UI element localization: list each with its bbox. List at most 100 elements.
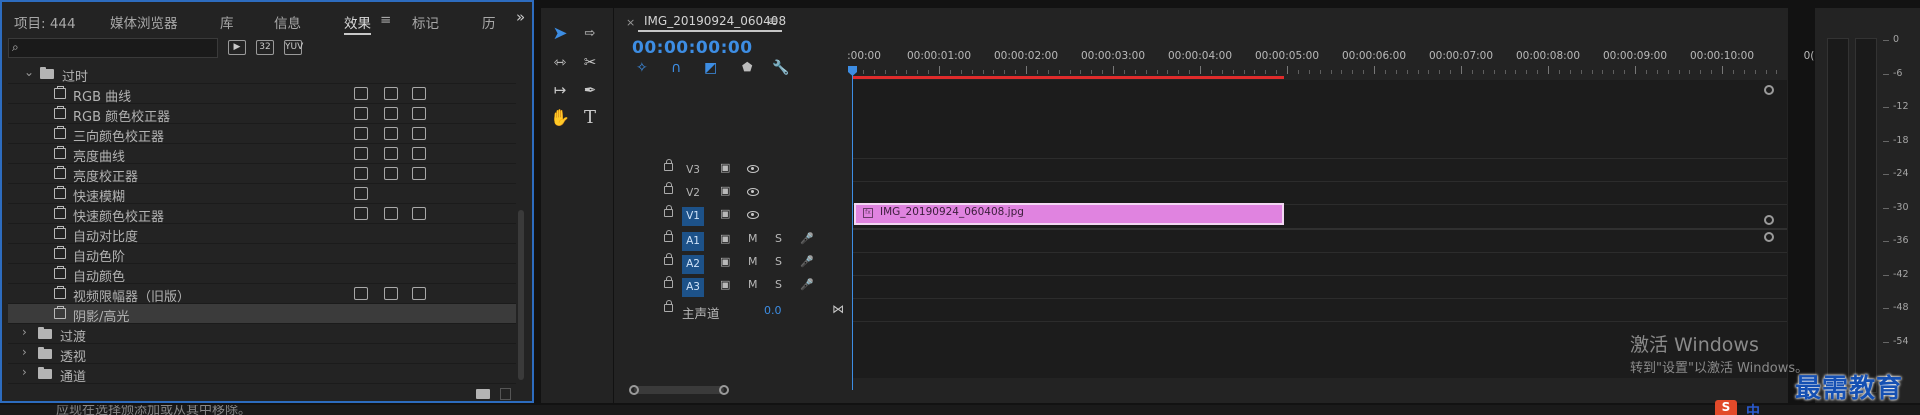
eye-icon[interactable] [747,165,759,173]
audio-scroll-handle-top[interactable] [1764,232,1774,242]
close-tab-icon[interactable]: × [626,16,635,29]
ime-chinese-mode[interactable]: 中 [1746,401,1760,415]
sequence-menu-icon[interactable]: ≡ [768,14,778,28]
lock-icon[interactable] [664,182,673,194]
lock-icon[interactable] [664,300,673,312]
tab-markers[interactable]: 标记 [412,12,439,32]
microphone-icon[interactable]: 🎤 [800,232,814,245]
slip-tool-icon[interactable]: ↦ [547,78,573,102]
ruler-tick [1754,70,1756,74]
microphone-icon[interactable]: 🎤 [800,278,814,291]
eye-icon[interactable] [747,188,759,196]
sync-lock-icon[interactable]: ▣ [720,232,730,245]
effects-scrollbar[interactable] [518,210,524,380]
playhead-handle[interactable] [848,66,857,76]
tab-project[interactable]: 项目: 444 [14,12,76,32]
linked-selection-icon[interactable]: ◩ [704,60,717,76]
chevron-right-icon[interactable]: › [22,345,27,359]
effects-folder-row[interactable]: › 透视 [8,344,516,365]
effect-row[interactable]: 自动对比度 [8,224,516,245]
effects-search-input[interactable]: ⌕ [8,38,218,58]
solo-button[interactable]: S [775,232,782,245]
lock-icon[interactable] [664,159,673,171]
tab-library[interactable]: 库 [220,12,234,32]
add-marker-icon[interactable]: ⬟ [742,60,752,74]
sequence-tab[interactable]: IMG_20190924_060408 [644,14,786,28]
track-name[interactable]: V1 [682,207,704,226]
chevron-down-icon[interactable]: ⌄ [24,65,34,79]
effect-row[interactable]: 自动色阶 [8,244,516,265]
track-select-tool-icon[interactable]: ⇨ [577,22,603,46]
zoom-handle-right[interactable] [719,385,729,395]
ime-logo-icon[interactable]: S [1715,400,1737,415]
mute-button[interactable]: M [748,255,758,268]
sync-lock-icon[interactable]: ▣ [720,255,730,268]
timeline-zoom-scrollbar[interactable] [634,386,724,394]
selection-tool-icon[interactable]: ➤ [547,22,573,46]
panel-overflow-icon[interactable]: » [516,8,525,26]
effect-row[interactable]: 自动颜色 [8,264,516,285]
time-ruler[interactable]: :00:00 00:00:01:00 00:00:02:00 00:00:03:00 0… [847,44,1814,74]
go-to-in-out-icon[interactable]: ⋈ [832,302,844,316]
razor-tool-icon[interactable]: ✂ [577,50,603,74]
effect-row[interactable]: RGB 颜色校正器 [8,104,516,125]
track-name[interactable]: V3 [682,161,704,180]
wrench-icon[interactable]: 🔧 [772,60,789,76]
track-name[interactable]: A3 [682,278,704,297]
eye-icon[interactable] [747,211,759,219]
chevron-right-icon[interactable]: › [22,325,27,339]
zoom-handle-left[interactable] [629,385,639,395]
sync-lock-icon[interactable]: ▣ [720,207,730,220]
mute-button[interactable]: M [748,278,758,291]
effect-row[interactable]: 快速颜色校正器 [8,204,516,225]
delete-icon[interactable] [500,388,511,400]
playhead-line[interactable] [852,72,853,390]
track-name[interactable]: A1 [682,232,704,251]
track-name[interactable]: V2 [682,184,704,203]
tab-history[interactable]: 历 [482,12,496,32]
effects-folder-row[interactable]: › 过渡 [8,324,516,345]
effect-row[interactable]: 阴影/高光 [8,304,516,325]
lock-icon[interactable] [664,205,673,217]
effect-row[interactable]: 亮度曲线 [8,144,516,165]
effect-row[interactable]: 视频限幅器（旧版） [8,284,516,305]
new-bin-icon[interactable] [476,389,490,399]
playhead-timecode[interactable]: 00:00:00:00 [632,38,753,58]
sync-lock-icon[interactable]: ▣ [720,161,730,174]
chevron-right-icon[interactable]: › [22,365,27,379]
hand-tool-icon[interactable]: ✋ [547,106,573,130]
sync-lock-icon[interactable]: ▣ [720,278,730,291]
tab-effects-menu-icon[interactable]: ≡ [380,12,391,28]
video-scroll-handle-top[interactable] [1764,85,1774,95]
32bit-effects-filter-icon[interactable]: 32 [256,40,274,55]
tab-effects[interactable]: 效果 [344,12,371,35]
snap-icon[interactable]: ∩ [671,60,681,76]
master-volume-value[interactable]: 0.0 [764,304,782,317]
effect-row[interactable]: 快速模糊 [8,184,516,205]
ruler-tick [993,70,995,74]
lock-icon[interactable] [664,253,673,265]
mute-button[interactable]: M [748,232,758,245]
effects-folder-row[interactable]: ⌄ 过时 [8,64,516,85]
timeline-clip[interactable]: fx IMG_20190924_060408.jpg [854,203,1284,225]
solo-button[interactable]: S [775,278,782,291]
effect-row[interactable]: RGB 曲线 [8,84,516,105]
microphone-icon[interactable]: 🎤 [800,255,814,268]
tab-info[interactable]: 信息 [274,12,301,32]
yuv-effects-filter-icon[interactable]: YUV [284,40,303,55]
pen-tool-icon[interactable]: ✒ [577,78,603,102]
solo-button[interactable]: S [775,255,782,268]
effect-row[interactable]: 亮度校正器 [8,164,516,185]
lock-icon[interactable] [664,276,673,288]
track-name[interactable]: A2 [682,255,704,274]
lock-icon[interactable] [664,230,673,242]
type-tool-icon[interactable]: T [577,106,603,130]
ripple-edit-tool-icon[interactable]: ⇿ [547,50,573,74]
effects-folder-row[interactable]: › 通道 [8,364,516,385]
effect-row[interactable]: 三向颜色校正器 [8,124,516,145]
nest-sequence-icon[interactable]: ✧ [636,60,648,76]
video-scroll-handle-bottom[interactable] [1764,215,1774,225]
accelerated-effects-filter-icon[interactable]: ▶ [228,40,246,55]
tab-media-browser[interactable]: 媒体浏览器 [110,12,178,32]
sync-lock-icon[interactable]: ▣ [720,184,730,197]
